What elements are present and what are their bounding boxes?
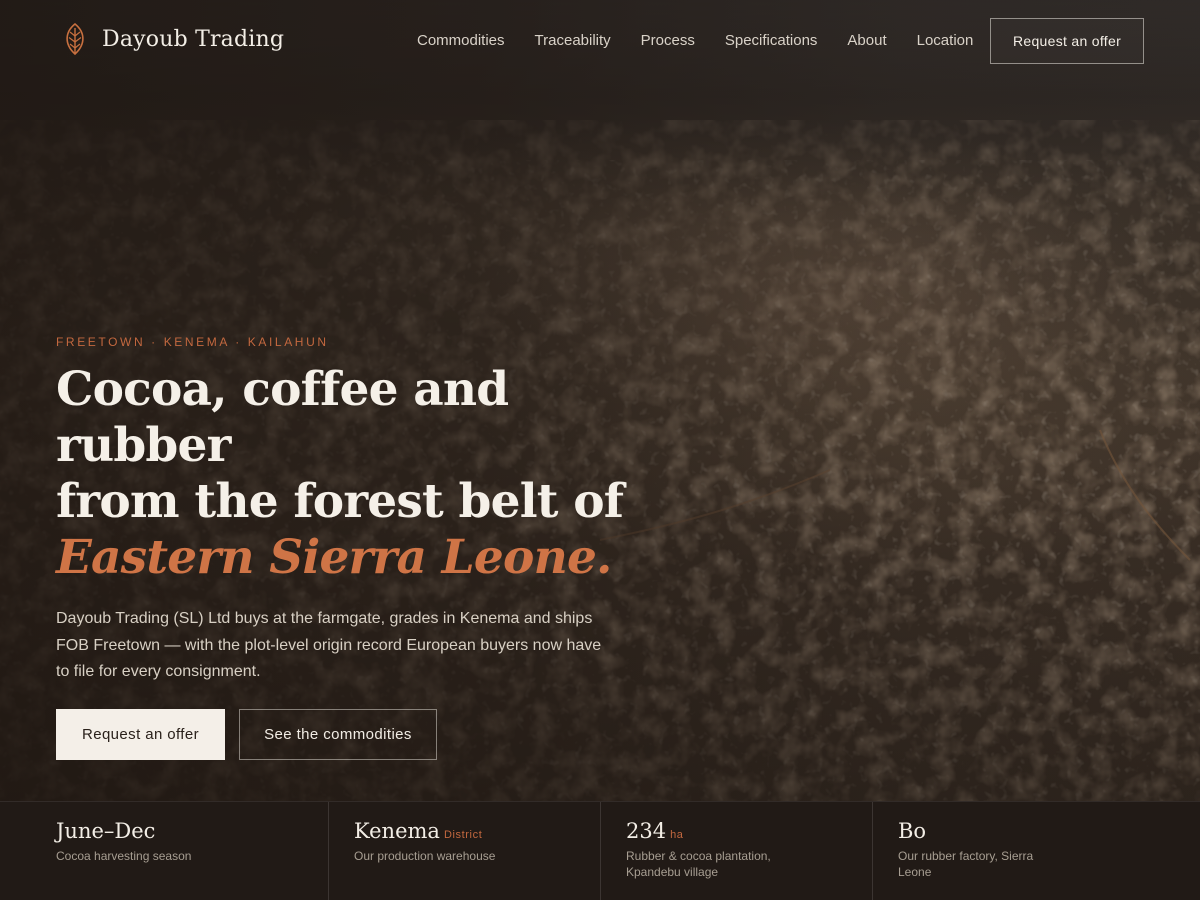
nav-about[interactable]: About: [847, 32, 886, 49]
nav-commodities[interactable]: Commodities: [417, 32, 505, 49]
stats-bar: June–Dec Cocoa harvesting season Kenema D…: [0, 801, 1200, 900]
nav-location[interactable]: Location: [917, 32, 974, 49]
main-nav: Commodities Traceability Process Specifi…: [417, 32, 973, 49]
hero-lede: Dayoub Trading (SL) Ltd buys at the farm…: [56, 610, 602, 680]
stat-value: June–Dec: [56, 819, 156, 843]
nav-process[interactable]: Process: [641, 32, 695, 49]
hero-headline: Cocoa, coffee and rubber from the forest…: [56, 362, 676, 586]
see-commodities-button[interactable]: See the commodities: [239, 709, 437, 760]
stat-warehouse: Kenema District Our production warehouse: [328, 802, 600, 900]
stat-season: June–Dec Cocoa harvesting season: [56, 802, 326, 900]
headline-line-1: Cocoa, coffee and: [56, 362, 509, 417]
brand-link[interactable]: Dayoub Trading: [62, 22, 284, 56]
headline-line-2: rubber: [56, 418, 231, 473]
brand-name: Dayoub Trading: [102, 26, 285, 52]
stat-label: Rubber & cocoa plantation, Kpandebu vill…: [626, 849, 771, 879]
stat-value: Kenema: [354, 819, 440, 843]
stat-value: 234: [626, 819, 667, 843]
stat-factory: Bo Our rubber factory, Sierra Leone: [872, 802, 1162, 900]
request-offer-button[interactable]: Request an offer: [56, 709, 225, 760]
stat-label: Cocoa harvesting season: [56, 849, 192, 863]
nav-traceability[interactable]: Traceability: [535, 32, 611, 49]
nav-specifications[interactable]: Specifications: [725, 32, 818, 49]
stat-value: Bo: [898, 819, 927, 843]
hero-eyebrow: FREETOWN · KENEMA · KAILAHUN: [56, 335, 329, 349]
request-offer-header-button[interactable]: Request an offer: [990, 18, 1144, 64]
stat-label: Our rubber factory, Sierra Leone: [898, 849, 1034, 879]
stat-unit: ha: [670, 829, 684, 841]
headline-line-3: from the forest belt of: [56, 474, 624, 529]
stat-unit: District: [443, 829, 483, 841]
stat-plantation: 234 ha Rubber & cocoa plantation, Kpandeb…: [600, 802, 872, 900]
site-header: Dayoub Trading Commodities Traceability …: [0, 0, 1200, 82]
leaf-icon: [62, 22, 88, 56]
headline-accent: Eastern Sierra Leone.: [56, 530, 612, 585]
stat-label: Our production warehouse: [354, 849, 496, 863]
